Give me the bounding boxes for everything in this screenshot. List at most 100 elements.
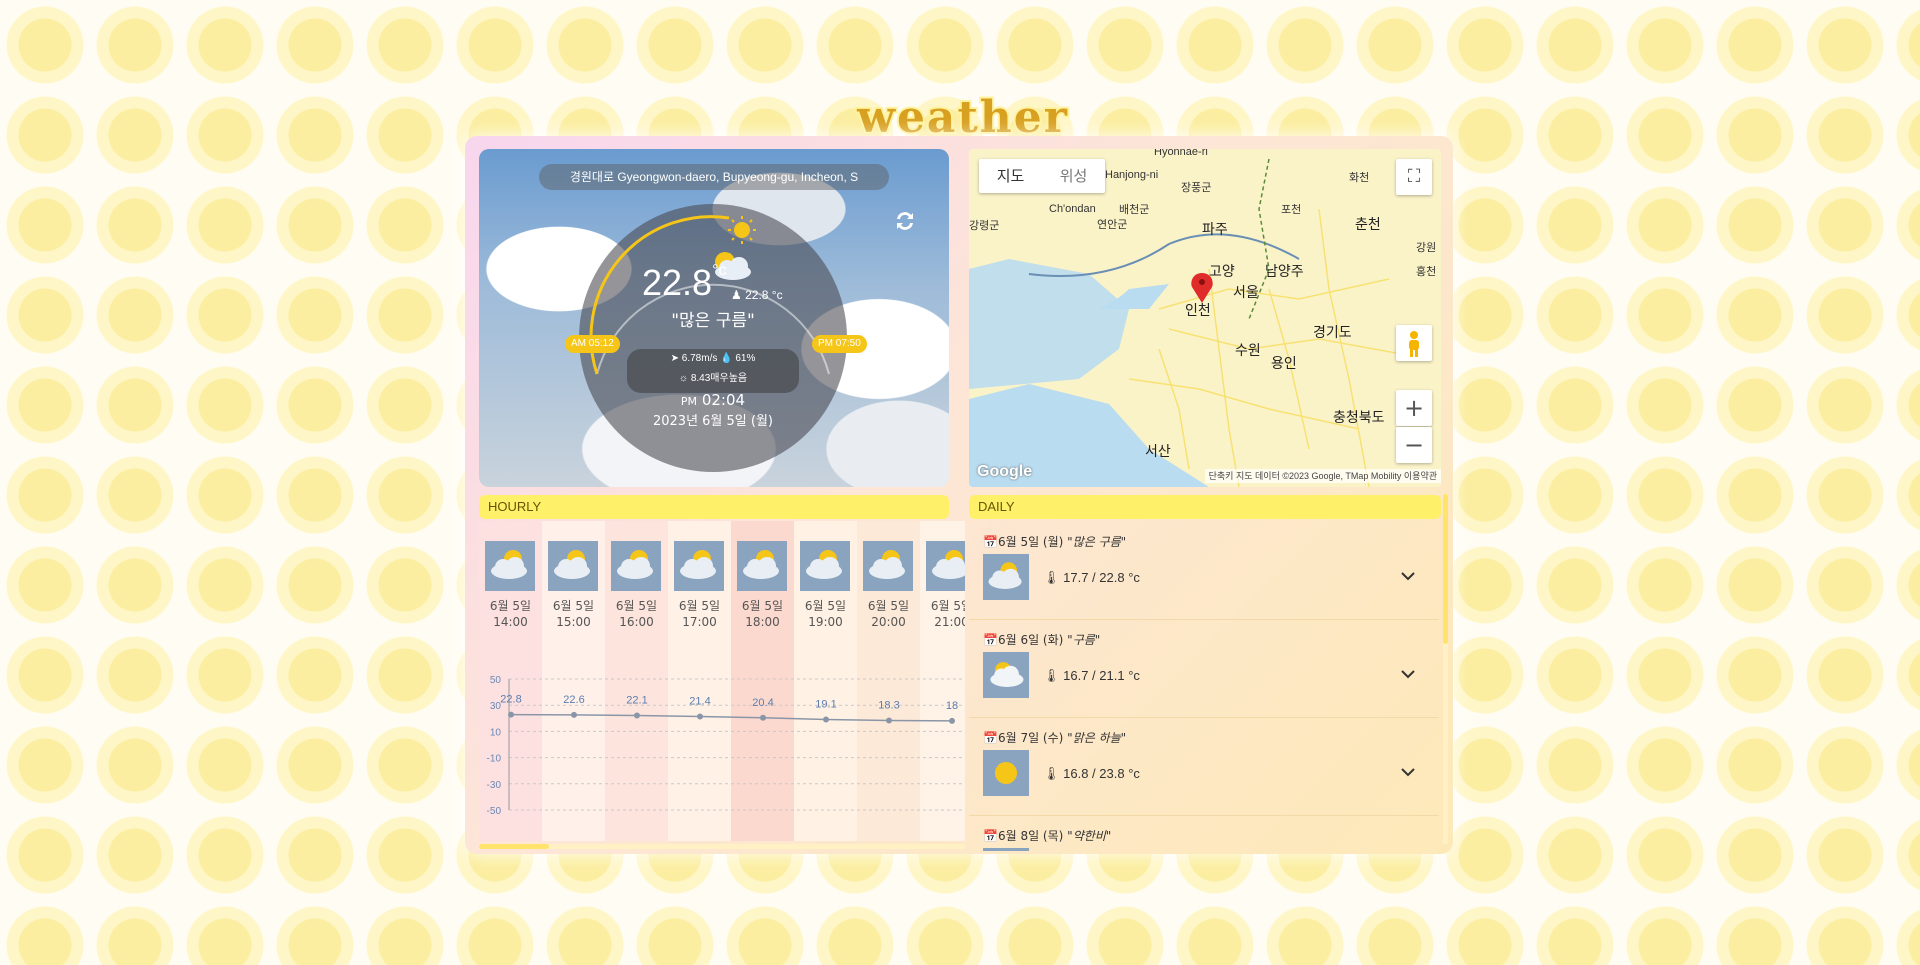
chevron-down-icon[interactable] [1399,763,1417,781]
feels-like: ♟ 22.8 °c [731,288,783,302]
rain-icon [983,848,1029,851]
map-attribution[interactable]: 단축키 지도 데이터 ©2023 Google, TMap Mobility 이… [1204,469,1441,483]
google-logo: Google [977,463,1033,480]
map-label: 경기도 [1313,324,1352,340]
map-label: 파주 [1202,221,1228,237]
sunrise-time: AM 05:12 [565,335,620,353]
map-label: Hanjong-ni [1105,169,1159,181]
map-tab-satellite[interactable]: 위성 [1042,159,1105,193]
daily-item[interactable]: 📅6월 7일 (수) "맑은 하늘" 🌡 16.8 / 23.8 °c [969,717,1439,816]
chevron-down-icon[interactable] [1399,665,1417,683]
weather-panel: 경원대로 Gyeongwon-daero, Bupyeong-gu, Inche… [465,136,1453,854]
daily-scrollbar-thumb[interactable] [1443,494,1448,644]
calendar-icon: 📅 [983,633,998,647]
daily-title: DAILY [969,495,1441,519]
current-time: PM 02:04 [579,391,847,409]
temperature-label: 18 [946,700,958,712]
calendar-icon: 📅 [983,731,998,745]
sunset-time: PM 07:50 [812,335,867,353]
map-label: 화천 [1349,172,1370,184]
temperature-label: 18.3 [878,700,899,712]
daily-temperature: 🌡 16.8 / 23.8 °c [1043,766,1140,782]
temperature-label: 19.1 [815,698,836,710]
temperature-point [760,714,766,721]
map-tab-roadmap[interactable]: 지도 [979,159,1042,193]
cloud-icon [983,652,1029,698]
hourly-forecast[interactable]: 6월 5일 14:00 6월 5일 15:00 6월 5일 16:00 6월 5일 17:00… [479,521,965,841]
temperature-point [508,711,514,718]
hourly-temperature-chart: 503010-10-30-5022.8 22.6 22.1 21.4 20.4 19.1 1… [487,675,965,817]
map[interactable]: Hyonnae-ri 장풍군 화천 배천군 연안군 Ch'ondan 강령군 파… [969,149,1441,487]
street-view-button[interactable] [1396,325,1432,361]
thermometer-icon: 🌡 [1043,668,1060,683]
temperature-label: 20.4 [752,697,773,709]
temperature-point [697,713,703,720]
daily-date: 6월 5일 (월) [997,535,1064,549]
y-tick-label: -50 [487,806,502,817]
daily-item[interactable]: 📅6월 8일 (목) "약한비"🌡 [969,815,1439,851]
sun-icon [983,750,1029,796]
map-label: 인천 [1185,302,1211,318]
map-label: 홍천 [1416,266,1437,278]
map-label: 수원 [1235,342,1261,358]
time-value: 02:04 [701,391,746,409]
weather-stats: ➤ 6.78m/s 💧 61% ☼ 8.43매우높음 [627,349,799,393]
humidity-value: 61% [735,353,756,364]
calendar-icon: 📅 [983,535,998,549]
map-label: 강원 [1416,242,1437,254]
thermometer-icon: 🌡 [1043,766,1060,781]
wind-icon: ➤ [670,353,679,364]
sun-arc [589,215,830,375]
hourly-scrollbar-thumb[interactable] [479,844,549,849]
y-tick-label: 50 [490,675,502,686]
daily-temp-range: 16.8 / 23.8 °c [1063,766,1140,781]
zoom-in-button[interactable]: + [1396,390,1432,426]
daily-header: 📅6월 7일 (수) "맑은 하늘" [983,729,1126,746]
y-tick-label: 10 [490,727,502,738]
uv-value: 8.43매우높음 [690,373,748,384]
map-label: 서산 [1145,443,1171,459]
fullscreen-icon: ⛶ [1407,166,1421,187]
map-label: 서울 [1233,284,1259,300]
daily-temp-range: 17.7 / 22.8 °c [1063,570,1140,585]
daily-item[interactable]: 📅6월 5일 (월) "많은 구름" 🌡 17.7 / 22.8 °c [969,521,1439,620]
current-weather-card: 경원대로 Gyeongwon-daero, Bupyeong-gu, Inche… [479,149,949,487]
cloud-sun-icon [983,554,1029,600]
map-label: 충청북도 [1333,409,1385,425]
current-temperature: 22.8°c [642,262,726,304]
minus-icon: − [1403,431,1425,459]
hourly-scrollbar[interactable] [479,844,965,849]
daily-description: "맑은 하늘" [1067,731,1127,745]
current-date: 2023년 6월 5일 (월) [652,414,773,429]
map-label: 강령군 [969,220,1000,232]
daily-forecast[interactable]: 📅6월 5일 (월) "많은 구름" 🌡 17.7 / 22.8 °c 📅6월 6일… [969,521,1439,851]
map-label: 포천 [1281,204,1302,216]
plus-icon: + [1403,394,1425,422]
zoom-out-button[interactable]: − [1396,427,1432,463]
person-icon: ♟ [731,288,742,302]
map-label: 용인 [1271,355,1297,371]
sun-position-icon [728,216,756,244]
temperature-label: 21.4 [689,695,710,707]
chevron-down-icon[interactable] [1399,567,1417,585]
map-label: 고양 [1209,263,1235,279]
daily-date: 6월 7일 (수) [997,731,1064,745]
temperature-label: 22.6 [563,694,584,706]
temperature-label: 22.1 [626,695,647,707]
daily-temp-range: 16.7 / 21.1 °c [1063,668,1140,683]
thermometer-icon: 🌡 [1043,570,1060,585]
daily-date: 6월 6일 (화) [997,633,1064,647]
daily-temperature: 🌡 16.7 / 21.1 °c [1043,668,1140,684]
temperature-point [571,711,577,718]
daily-temperature: 🌡 17.7 / 22.8 °c [1043,570,1140,586]
daily-scrollbar[interactable] [1443,494,1448,844]
map-label: 연안군 [1097,219,1128,231]
refresh-icon[interactable] [893,209,917,233]
fullscreen-button[interactable]: ⛶ [1396,159,1432,195]
temperature-label: 22.8 [500,694,521,706]
daily-item[interactable]: 📅6월 6일 (화) "구름" 🌡 16.7 / 21.1 °c [969,619,1439,718]
feels-like-value: 22.8 °c [745,288,783,302]
wind-speed: 6.78m/s [681,353,718,364]
weather-description: "많은 구름" [671,311,755,331]
temp-value: 22.8 [642,262,713,303]
